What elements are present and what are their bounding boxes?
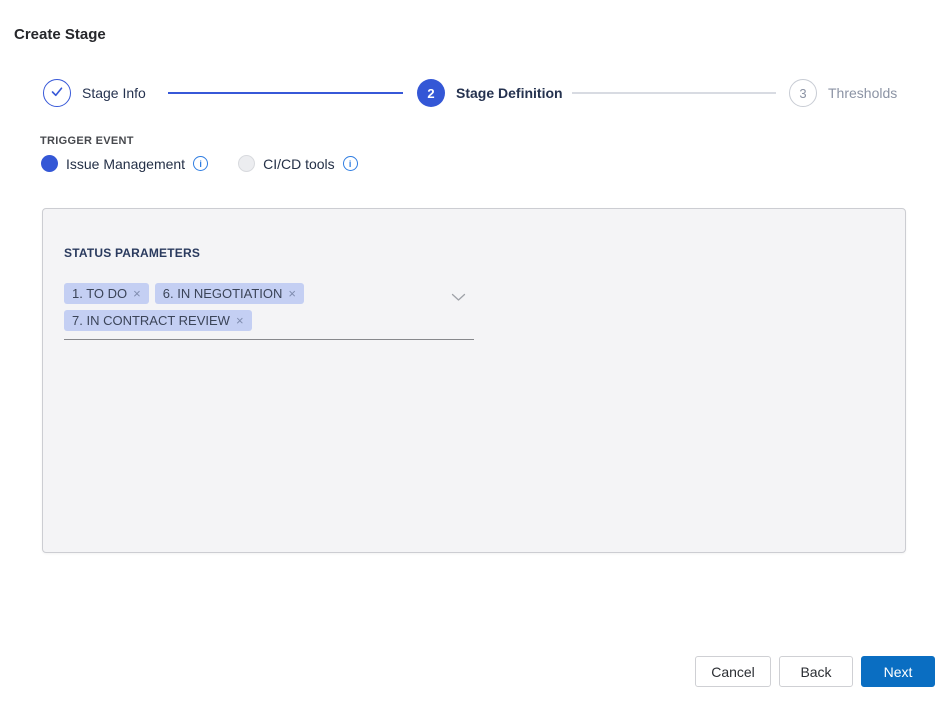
trigger-event-label: TRIGGER EVENT [40,135,134,147]
status-chip-label: 6. IN NEGOTIATION [163,285,283,302]
status-parameters-select[interactable]: 1. TO DO × 6. IN NEGOTIATION × 7. IN CON… [64,281,474,340]
chip-remove-icon[interactable]: × [236,312,244,329]
chip-remove-icon[interactable]: × [133,285,141,302]
stepper-step-stage-info[interactable]: Stage Info [43,79,146,107]
radio-cicd-tools[interactable] [238,155,255,172]
step1-circle [43,79,71,107]
page-title: Create Stage [14,26,106,43]
status-parameters-label: STATUS PARAMETERS [64,246,200,260]
status-chip[interactable]: 7. IN CONTRACT REVIEW × [64,310,252,331]
footer-actions: Cancel Back Next [0,656,935,687]
step3-label: Thresholds [828,79,897,107]
chevron-down-icon[interactable] [451,289,466,307]
info-icon[interactable]: i [193,156,208,171]
status-chip[interactable]: 1. TO DO × [64,283,149,304]
radio-issue-management-label[interactable]: Issue Management [66,156,185,172]
radio-cicd-tools-label[interactable]: CI/CD tools [263,156,335,172]
chip-remove-icon[interactable]: × [288,285,296,302]
status-chip[interactable]: 6. IN NEGOTIATION × [155,283,304,304]
step2-label: Stage Definition [456,79,563,107]
stepper-step-thresholds[interactable]: 3 Thresholds [789,79,897,107]
info-icon[interactable]: i [343,156,358,171]
cancel-button[interactable]: Cancel [695,656,771,687]
radio-issue-management[interactable] [41,155,58,172]
selected-status-chips: 1. TO DO × 6. IN NEGOTIATION × 7. IN CON… [64,283,446,331]
status-chip-label: 7. IN CONTRACT REVIEW [72,312,230,329]
step2-circle: 2 [417,79,445,107]
step3-circle: 3 [789,79,817,107]
stepper-connector-1 [168,92,403,94]
trigger-event-options: Issue Management i CI/CD tools i [41,155,358,172]
stepper-connector-2 [572,92,776,94]
stepper-step-stage-definition[interactable]: 2 Stage Definition [417,79,563,107]
check-icon [50,86,64,101]
step1-label: Stage Info [82,79,146,107]
next-button[interactable]: Next [861,656,935,687]
status-chip-label: 1. TO DO [72,285,127,302]
back-button[interactable]: Back [779,656,853,687]
